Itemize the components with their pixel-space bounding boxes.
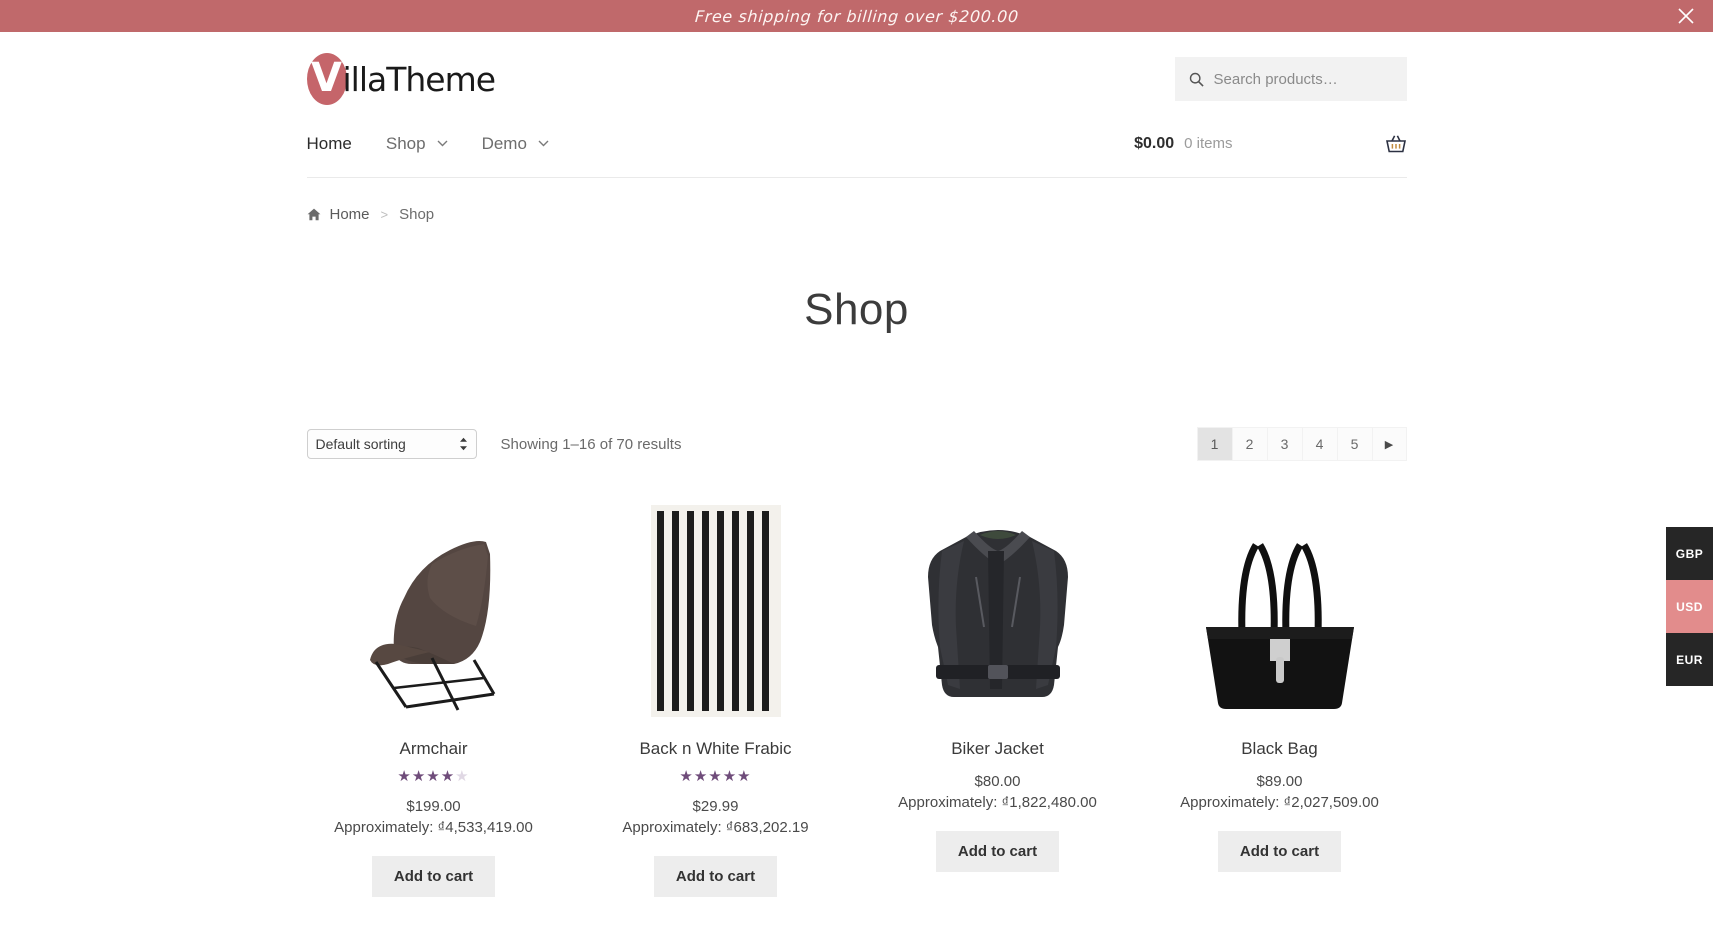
product-price: $89.00 [1256, 773, 1303, 790]
pagination-page-2[interactable]: 2 [1231, 427, 1267, 461]
product-card: Back n White Frabic ★★★★★ $29.99 Approxi… [589, 497, 843, 897]
nav-item-demo[interactable]: Demo [482, 134, 549, 154]
star-filled: ★ [440, 768, 456, 785]
home-icon [307, 208, 320, 221]
product-price: $199.00 [406, 798, 461, 815]
pagination-next-icon[interactable]: ▶ [1371, 427, 1407, 461]
nav-item-home-label: Home [306, 133, 352, 153]
logo-circle-icon: V [306, 53, 347, 105]
product-image-black-bag[interactable] [1153, 497, 1407, 717]
product-rating: ★★★★★ [589, 769, 843, 784]
shop-toolbar: Default sorting Showing 1–16 of 70 resul… [306, 427, 1407, 461]
cart-item-count: 0 items [1184, 135, 1233, 152]
result-count: Showing 1–16 of 70 results [500, 435, 682, 453]
nav-item-shop-label: Shop [385, 133, 426, 153]
search-input[interactable] [1213, 70, 1393, 88]
star-filled: ★ [397, 768, 412, 785]
star-filled: ★ [693, 768, 709, 785]
sorting-select-wrapper[interactable]: Default sorting [306, 429, 477, 459]
breadcrumb-separator: > [380, 207, 389, 222]
star-filled: ★ [411, 768, 427, 785]
product-card: Black Bag $89.00 Approximately: ₫2,027,5… [1153, 497, 1407, 897]
nav-item-demo-label: Demo [481, 133, 527, 153]
product-image-striped-fabric[interactable] [589, 497, 843, 717]
pagination-page-4[interactable]: 4 [1301, 427, 1337, 461]
product-approx-price: Approximately: ₫683,202.19 [622, 819, 809, 836]
product-rating: ★★★★★ [307, 769, 561, 784]
basket-icon[interactable] [1385, 134, 1407, 154]
product-price: $29.99 [692, 798, 739, 815]
promo-banner: Free shipping for billing over $200.00 [0, 0, 1713, 32]
pagination-page-3[interactable]: 3 [1266, 427, 1302, 461]
product-price: $80.00 [974, 773, 1021, 790]
currency-option-usd[interactable]: USD [1666, 580, 1713, 633]
promo-banner-text: Free shipping for billing over $200.00 [693, 6, 1020, 26]
cart-summary[interactable]: $0.00 0 items [1134, 134, 1406, 154]
main-nav-row: Home Shop Demo $0.00 0 items [306, 110, 1407, 178]
product-grid: Armchair ★★★★★ $199.00 Approximately: ₫4… [307, 497, 1407, 897]
site-logo[interactable]: V illaTheme [306, 51, 497, 107]
add-to-cart-button[interactable]: Add to cart [1217, 831, 1342, 872]
pagination-page-5[interactable]: 5 [1336, 427, 1372, 461]
product-title[interactable]: Biker Jacket [871, 739, 1125, 759]
logo-initial: V [311, 54, 342, 101]
star-filled: ★ [722, 768, 738, 785]
star-filled: ★ [737, 768, 752, 785]
header-top-row: V illaTheme [306, 32, 1407, 110]
product-title[interactable]: Back n White Frabic [589, 739, 843, 759]
product-title[interactable]: Black Bag [1153, 739, 1407, 759]
pagination: 1 2 3 4 5 ▶ [1196, 427, 1407, 461]
star-filled: ★ [708, 768, 723, 785]
star-filled: ★ [679, 768, 694, 785]
product-approx-price: Approximately: ₫4,533,419.00 [334, 819, 533, 836]
breadcrumb: Home > Shop [307, 178, 1407, 223]
breadcrumb-current: Shop [399, 206, 435, 223]
breadcrumb-home[interactable]: Home [330, 206, 370, 223]
product-card: Biker Jacket $80.00 Approximately: ₫1,82… [871, 497, 1125, 897]
currency-option-eur[interactable]: EUR [1666, 633, 1713, 686]
page-title: Shop [804, 285, 909, 334]
sorting-select[interactable]: Default sorting [306, 429, 477, 459]
add-to-cart-button[interactable]: Add to cart [653, 856, 778, 897]
add-to-cart-button[interactable]: Add to cart [371, 856, 496, 897]
product-title[interactable]: Armchair [307, 739, 561, 759]
cart-total: $0.00 [1134, 134, 1175, 152]
nav-item-shop[interactable]: Shop [386, 134, 448, 154]
currency-switcher: GBP USD EUR [1666, 527, 1713, 686]
main-nav: Home Shop Demo [307, 134, 583, 154]
product-image-biker-jacket[interactable] [871, 497, 1125, 717]
product-approx-price: Approximately: ₫2,027,509.00 [1180, 794, 1379, 811]
star-filled: ★ [426, 768, 441, 785]
search-icon [1189, 72, 1204, 87]
logo-wordmark: illaTheme [342, 59, 497, 99]
nav-item-home[interactable]: Home [307, 134, 352, 154]
chevron-down-icon [538, 140, 549, 147]
product-approx-price: Approximately: ₫1,822,480.00 [898, 794, 1097, 811]
pagination-page-1[interactable]: 1 [1196, 427, 1232, 461]
add-to-cart-button[interactable]: Add to cart [935, 831, 1060, 872]
product-image-armchair[interactable] [307, 497, 561, 717]
chevron-down-icon [437, 140, 448, 147]
product-card: Armchair ★★★★★ $199.00 Approximately: ₫4… [307, 497, 561, 897]
close-icon[interactable] [1673, 3, 1699, 29]
site-header: V illaTheme Home Shop [0, 32, 1713, 897]
star-empty: ★ [455, 768, 470, 785]
search-box[interactable] [1174, 57, 1407, 101]
currency-option-gbp[interactable]: GBP [1666, 527, 1713, 580]
